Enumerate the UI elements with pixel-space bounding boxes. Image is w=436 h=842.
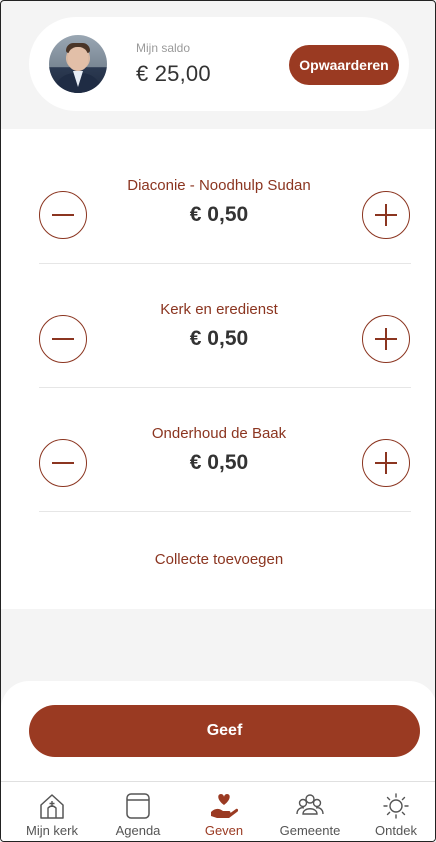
add-collection-link[interactable]: Collecte toevoegen xyxy=(1,551,435,568)
collection-row: Onderhoud de Baak € 0,50 xyxy=(1,389,435,513)
topup-button[interactable]: Opwaarderen xyxy=(289,45,399,85)
tab-label: Geven xyxy=(204,823,244,838)
tab-label: Gemeente xyxy=(279,823,341,838)
tab-bar: Mijn kerk Agenda Geven Gemeente Ontdek xyxy=(1,781,435,841)
avatar[interactable] xyxy=(49,35,107,93)
collections-panel: Diaconie - Noodhulp Sudan € 0,50 Kerk en… xyxy=(1,129,435,609)
tab-mijn-kerk[interactable]: Mijn kerk xyxy=(10,792,94,841)
increase-amount-button[interactable] xyxy=(362,191,410,239)
giving-hand-heart-icon xyxy=(211,794,239,818)
tab-agenda[interactable]: Agenda xyxy=(96,792,180,841)
collection-title: Onderhoud de Baak xyxy=(151,425,287,442)
balance-value: € 25,00 xyxy=(136,61,211,86)
tab-geven[interactable]: Geven xyxy=(182,792,266,841)
tab-label: Agenda xyxy=(115,823,161,838)
divider xyxy=(39,511,411,512)
people-group-icon xyxy=(296,794,324,815)
divider xyxy=(39,263,411,264)
calendar-icon xyxy=(126,793,150,819)
tab-gemeente[interactable]: Gemeente xyxy=(268,792,352,841)
increase-amount-button[interactable] xyxy=(362,439,410,487)
collection-row: Kerk en eredienst € 0,50 xyxy=(1,265,435,389)
divider xyxy=(39,387,411,388)
tab-ontdek[interactable]: Ontdek xyxy=(354,792,435,841)
increase-amount-button[interactable] xyxy=(362,315,410,363)
collection-title: Kerk en eredienst xyxy=(160,301,278,318)
church-home-icon xyxy=(40,794,64,819)
app-screen: Mijn saldo € 25,00 Opwaarderen Diaconie … xyxy=(0,0,436,842)
give-button[interactable]: Geef xyxy=(29,705,420,757)
balance-card: Mijn saldo € 25,00 Opwaarderen xyxy=(29,17,409,111)
collection-row: Diaconie - Noodhulp Sudan € 0,50 xyxy=(1,141,435,265)
tab-label: Ontdek xyxy=(375,823,417,838)
collection-title: Diaconie - Noodhulp Sudan xyxy=(127,177,311,194)
sun-icon xyxy=(383,793,409,819)
tab-label: Mijn kerk xyxy=(25,823,78,838)
balance-label: Mijn saldo xyxy=(136,41,191,55)
